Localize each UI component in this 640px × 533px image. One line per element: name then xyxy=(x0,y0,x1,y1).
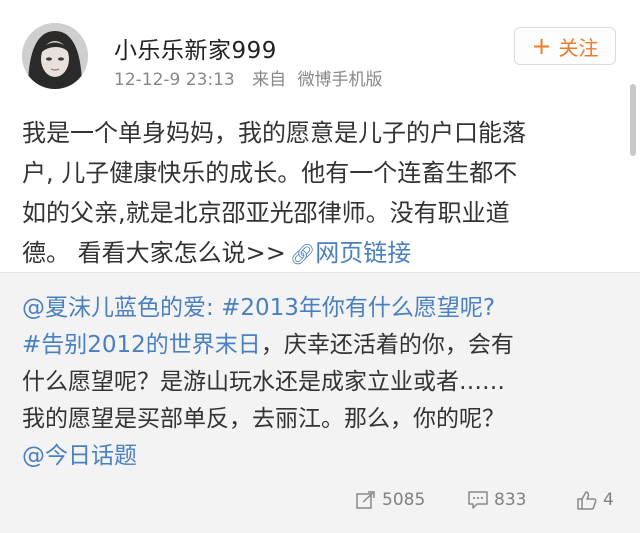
repost-button[interactable]: 5085 xyxy=(356,490,425,510)
comment-count: 833 xyxy=(494,490,527,510)
repost-line: 我的愿望是买部单反，去丽江。那么，你的呢？ xyxy=(22,406,505,432)
avatar-image xyxy=(22,23,88,89)
repost-line: @今日话题 xyxy=(22,438,622,475)
post-text-line: 如的父亲,就是北京邵亚光邵律师。没有职业道 xyxy=(22,199,510,227)
comment-button[interactable]: 833 xyxy=(468,490,526,510)
repost-text-rest: ，庆幸还活着的你，会有 xyxy=(260,332,514,358)
username[interactable]: 小乐乐新家999 xyxy=(114,31,277,65)
follow-button[interactable]: + 关注 xyxy=(514,27,616,65)
post-time: 12-12-9 23:13 xyxy=(114,70,235,90)
like-button[interactable]: 4 xyxy=(577,490,614,510)
post-meta: 12-12-9 23:13 来自 微博手机版 xyxy=(114,65,383,90)
repost-text: @夏沫儿蓝色的爱: #2013年你有什么愿望呢? #告别2012的世界末日，庆幸… xyxy=(22,290,622,475)
post-text-line: 德。 看看大家怎么说>> 🔗︎网页链接 xyxy=(22,233,622,274)
follow-label: 关注 xyxy=(558,35,599,60)
source-prefix: 来自 xyxy=(252,70,287,90)
topic-link[interactable]: #2013年你有什么愿望呢? xyxy=(221,295,495,321)
repost-count: 5085 xyxy=(382,490,426,510)
user-avatar[interactable] xyxy=(22,23,88,89)
comment-icon xyxy=(468,491,488,509)
repost-line: 什么愿望呢？是游山玩水还是成家立业或者…… xyxy=(22,369,505,395)
repost-line: @夏沫儿蓝色的爱: #2013年你有什么愿望呢? xyxy=(22,290,622,327)
plus-icon: + xyxy=(531,32,552,60)
like-icon xyxy=(577,490,597,510)
mention-author[interactable]: @夏沫儿蓝色的爱: xyxy=(22,295,214,321)
action-bar: 5085 833 4 xyxy=(0,490,640,516)
post-text-line: 我是一个单身妈妈，我的愿意是儿子的户口能落 xyxy=(22,119,526,147)
weibo-post: 小乐乐新家999 12-12-9 23:13 来自 微博手机版 + 关注 我是一… xyxy=(0,0,640,272)
link-icon: 🔗︎ xyxy=(289,242,316,266)
post-text-last: 德。 看看大家怎么说>> xyxy=(22,239,286,267)
repost-icon xyxy=(356,491,375,509)
post-text-line: 户, 儿子健康快乐的成长。他有一个连畜生都不 xyxy=(22,159,518,187)
scrollbar[interactable] xyxy=(630,84,636,156)
like-count: 4 xyxy=(603,490,614,510)
web-link[interactable]: 网页链接 xyxy=(315,239,411,267)
reposted-content[interactable]: @夏沫儿蓝色的爱: #2013年你有什么愿望呢? #告别2012的世界末日，庆幸… xyxy=(0,272,640,533)
repost-line: #告别2012的世界末日，庆幸还活着的你，会有 xyxy=(22,327,622,364)
topic-link[interactable]: #告别2012的世界末日 xyxy=(22,332,261,358)
post-source[interactable]: 微博手机版 xyxy=(298,70,383,90)
post-text: 我是一个单身妈妈，我的愿意是儿子的户口能落 户, 儿子健康快乐的成长。他有一个连… xyxy=(22,113,622,274)
mention-topic[interactable]: @今日话题 xyxy=(22,443,137,469)
